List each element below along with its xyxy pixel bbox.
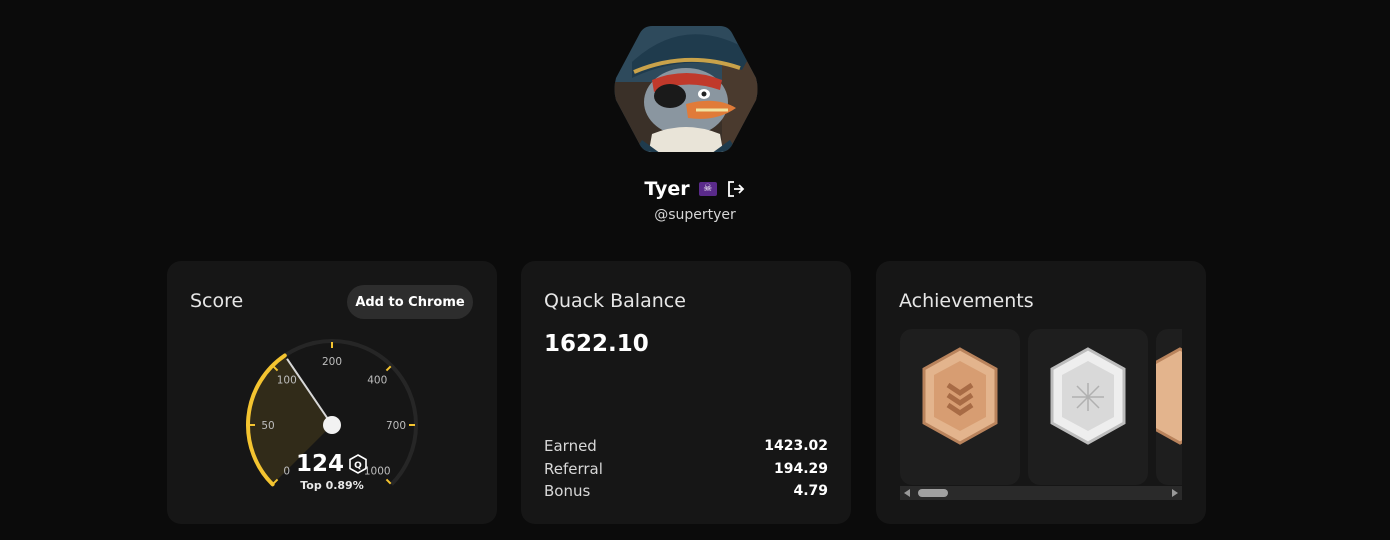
achievements-title: Achievements <box>899 290 1034 312</box>
add-to-chrome-button[interactable]: Add to Chrome <box>347 285 473 319</box>
score-value: 124 <box>295 451 344 477</box>
gauge-tick-label: 700 <box>386 420 406 432</box>
pirate-flag-icon: ☠ <box>698 182 717 196</box>
balance-total: 1622.10 <box>544 331 649 357</box>
achievements-card: Achievements <box>876 261 1206 524</box>
achievement-tile[interactable] <box>900 329 1020 485</box>
balance-card: Quack Balance 1622.10 Earned 1423.02 Ref… <box>521 261 851 524</box>
balance-breakdown: Earned 1423.02 Referral 194.29 Bonus 4.7… <box>544 435 828 503</box>
bronze-rank-badge-icon <box>922 347 998 445</box>
profile-header: Tyer ☠ @supertyer <box>0 0 1390 240</box>
avatar <box>614 26 758 152</box>
balance-value: 1423.02 <box>764 438 828 455</box>
gauge-tick-label: 50 <box>261 420 274 432</box>
bronze-badge-partial-icon <box>1142 347 1182 445</box>
name-row: Tyer ☠ <box>0 176 1390 202</box>
gauge-tick-label: 100 <box>277 375 297 387</box>
user-handle: @supertyer <box>654 207 736 223</box>
achievement-tile[interactable] <box>1142 329 1182 485</box>
balance-row-earned: Earned 1423.02 <box>544 435 828 458</box>
display-name: Tyer <box>644 178 690 200</box>
balance-value: 4.79 <box>793 483 828 500</box>
balance-label: Earned <box>544 437 597 456</box>
achievements-carousel[interactable] <box>900 329 1182 500</box>
achievement-tile[interactable] <box>1028 329 1148 485</box>
duck-coin-icon: Q <box>349 454 367 474</box>
gauge-tick-label: 200 <box>322 356 342 368</box>
scroll-right-icon[interactable] <box>1172 489 1178 497</box>
balance-title: Quack Balance <box>544 290 686 312</box>
balance-row-bonus: Bonus 4.79 <box>544 480 828 503</box>
balance-value: 194.29 <box>773 460 828 477</box>
gauge-tick-label: 400 <box>367 375 387 387</box>
balance-label: Bonus <box>544 482 591 501</box>
scroll-left-icon[interactable] <box>904 489 910 497</box>
gauge-tick <box>385 365 392 372</box>
achievements-scrollbar[interactable] <box>900 486 1182 500</box>
top-percentile: Top 0.89% <box>300 479 364 492</box>
logout-icon[interactable] <box>726 179 746 199</box>
score-title: Score <box>190 290 244 312</box>
gauge-needle-hub <box>323 416 341 434</box>
svg-text:Q: Q <box>354 461 362 471</box>
balance-label: Referral <box>544 459 603 478</box>
score-card: Score Add to Chrome 0 50 100 200 400 700 1000 … <box>167 261 497 524</box>
score-row: 124 Q <box>167 451 497 477</box>
scrollbar-thumb[interactable] <box>918 489 948 497</box>
silver-star-badge-icon <box>1050 347 1126 445</box>
balance-row-referral: Referral 194.29 <box>544 458 828 481</box>
